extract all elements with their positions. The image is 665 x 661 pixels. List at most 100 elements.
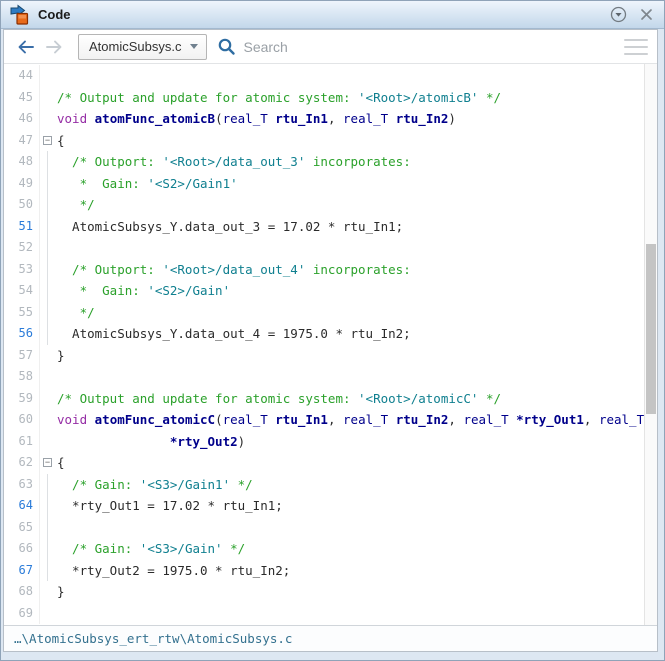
file-selector-dropdown[interactable]: AtomicSubsys.c bbox=[78, 33, 208, 60]
code-segment: , bbox=[583, 412, 599, 427]
more-options-button[interactable] bbox=[621, 34, 651, 60]
dock-options-button[interactable] bbox=[608, 5, 628, 25]
line-number: 47 bbox=[4, 129, 40, 151]
code-line: 60 void atomFunc_atomicC(real_T rtu_In1, … bbox=[4, 409, 644, 431]
code-line: 61 *rty_Out2) bbox=[4, 430, 644, 453]
line-number: 66 bbox=[4, 538, 40, 560]
fold-column bbox=[40, 194, 57, 216]
traced-line-number[interactable]: 67 bbox=[4, 559, 40, 581]
model-element-link[interactable]: '<S3>/Gain1' bbox=[140, 477, 230, 492]
code-line: 68} bbox=[4, 581, 644, 603]
code-line: 53 /* Outport: '<Root>/data_out_4' incor… bbox=[4, 258, 644, 281]
model-element-link[interactable]: '<S3>/Gain' bbox=[140, 541, 223, 556]
fold-column bbox=[40, 151, 57, 173]
line-number: 52 bbox=[4, 237, 40, 259]
code-segment: AtomicSubsys_Y.data_out_3 = 17.02 * rtu_… bbox=[57, 218, 404, 234]
code-segment: { bbox=[57, 455, 65, 470]
code-segment: rtu_In1 bbox=[275, 111, 328, 126]
traced-line-number[interactable]: 64 bbox=[4, 495, 40, 517]
fold-column bbox=[40, 323, 57, 345]
back-button[interactable] bbox=[14, 36, 38, 58]
code-segment: */ bbox=[57, 304, 95, 320]
model-element-link[interactable]: '<Root>/data_out_3' bbox=[162, 154, 305, 169]
code-segment: { bbox=[57, 132, 65, 148]
fold-column bbox=[40, 258, 57, 281]
code-segment: */ bbox=[222, 541, 246, 556]
fold-collapse-icon[interactable]: − bbox=[43, 135, 52, 145]
code-segment: */ bbox=[478, 390, 502, 406]
code-segment: /* Outport: bbox=[57, 154, 163, 169]
model-element-link[interactable]: '<Root>/data_out_4' bbox=[162, 262, 305, 277]
code-segment: *rty_Out2 = 1975.0 * rtu_In2; bbox=[57, 562, 291, 578]
line-number: 49 bbox=[4, 172, 40, 194]
model-element-link[interactable]: '<S2>/Gain' bbox=[147, 283, 230, 298]
code-lines: 44 45 /* Output and update for atomic syst… bbox=[4, 65, 644, 624]
code-window: Code AtomicSubsys.c Search 44 45 /* Outp… bbox=[0, 0, 665, 661]
code-segment: void bbox=[57, 111, 95, 126]
code-editor: 44 45 /* Output and update for atomic syst… bbox=[4, 64, 657, 625]
code-line: 57} bbox=[4, 344, 644, 367]
code-line: 58 bbox=[4, 366, 644, 388]
code-line: 62−{ bbox=[4, 452, 644, 474]
hamburger-icon bbox=[624, 38, 648, 41]
code-line: 59 /* Output and update for atomic system… bbox=[4, 387, 644, 410]
code-line: 47−{ bbox=[4, 129, 644, 151]
line-number: 69 bbox=[4, 602, 40, 624]
fold-collapse-icon[interactable]: − bbox=[43, 458, 52, 467]
back-arrow-icon bbox=[18, 40, 34, 53]
line-number: 63 bbox=[4, 473, 40, 495]
code-text: void atomFunc_atomicB(real_T rtu_In1, re… bbox=[57, 108, 456, 130]
code-text: *rty_Out1 = 17.02 * rtu_In1; bbox=[57, 495, 283, 517]
code-line: 52 bbox=[4, 237, 644, 259]
traced-line-number[interactable]: 51 bbox=[4, 215, 40, 237]
code-line: 65 bbox=[4, 516, 644, 539]
model-element-link[interactable]: '<Root>/atomicC' bbox=[358, 391, 478, 406]
code-segment: real_T bbox=[598, 412, 645, 427]
code-segment: AtomicSubsys_Y.data_out_4 = 1975.0 * rtu… bbox=[57, 326, 411, 341]
fold-column bbox=[40, 431, 57, 453]
code-segment: */ bbox=[57, 197, 95, 212]
traced-line-number[interactable]: 56 bbox=[4, 323, 40, 345]
fold-column bbox=[40, 581, 57, 603]
code-segment: rtu_In1 bbox=[275, 412, 328, 427]
line-number: 60 bbox=[4, 409, 40, 431]
fold-column bbox=[40, 108, 57, 130]
code-line: 55 */ bbox=[4, 301, 644, 324]
search-box bbox=[217, 37, 621, 56]
scrollbar-thumb[interactable] bbox=[646, 244, 656, 414]
search-input[interactable] bbox=[243, 38, 621, 55]
code-text: /* Outport: '<Root>/data_out_4' incorpor… bbox=[57, 259, 411, 281]
code-segment: real_T bbox=[343, 412, 396, 427]
code-segment: incorporates: bbox=[305, 154, 411, 169]
code-line: 51 AtomicSubsys_Y.data_out_3 = 17.02 * r… bbox=[4, 215, 644, 238]
code-segment: ) bbox=[448, 111, 456, 126]
code-segment: /* Output and update for atomic system: bbox=[57, 89, 359, 105]
fold-column bbox=[40, 65, 57, 87]
line-number: 65 bbox=[4, 516, 40, 538]
fold-column bbox=[40, 516, 57, 539]
code-segment: rtu_In2 bbox=[395, 111, 449, 126]
fold-column bbox=[40, 215, 57, 238]
code-text: */ bbox=[57, 302, 95, 324]
code-segment: } bbox=[57, 347, 65, 363]
code-text: AtomicSubsys_Y.data_out_3 = 17.02 * rtu_… bbox=[57, 216, 403, 238]
code-line: 46 void atomFunc_atomicB(real_T rtu_In1, … bbox=[4, 108, 644, 130]
vertical-scrollbar[interactable] bbox=[644, 64, 657, 625]
code-line: 54 * Gain: '<S2>/Gain' bbox=[4, 280, 644, 302]
code-text: * Gain: '<S2>/Gain1' bbox=[57, 173, 238, 195]
fold-column bbox=[40, 388, 57, 410]
forward-button[interactable] bbox=[42, 36, 66, 58]
fold-column bbox=[40, 345, 57, 367]
code-text: /* Output and update for atomic system: … bbox=[57, 388, 501, 410]
line-number: 62 bbox=[4, 452, 40, 474]
line-number: 59 bbox=[4, 387, 40, 409]
model-element-link[interactable]: '<Root>/atomicB' bbox=[358, 90, 478, 105]
code-text: /* Gain: '<S3>/Gain1' */ bbox=[57, 474, 253, 496]
code-segment: *rty_Out1 = 17.02 * rtu_In1; bbox=[57, 498, 283, 513]
close-button[interactable] bbox=[636, 5, 656, 25]
model-element-link[interactable]: '<S2>/Gain1' bbox=[147, 176, 237, 191]
fold-column bbox=[40, 87, 57, 109]
code-segment: atomFunc_atomicB bbox=[94, 111, 216, 126]
code-line: 63 /* Gain: '<S3>/Gain1' */ bbox=[4, 473, 644, 496]
